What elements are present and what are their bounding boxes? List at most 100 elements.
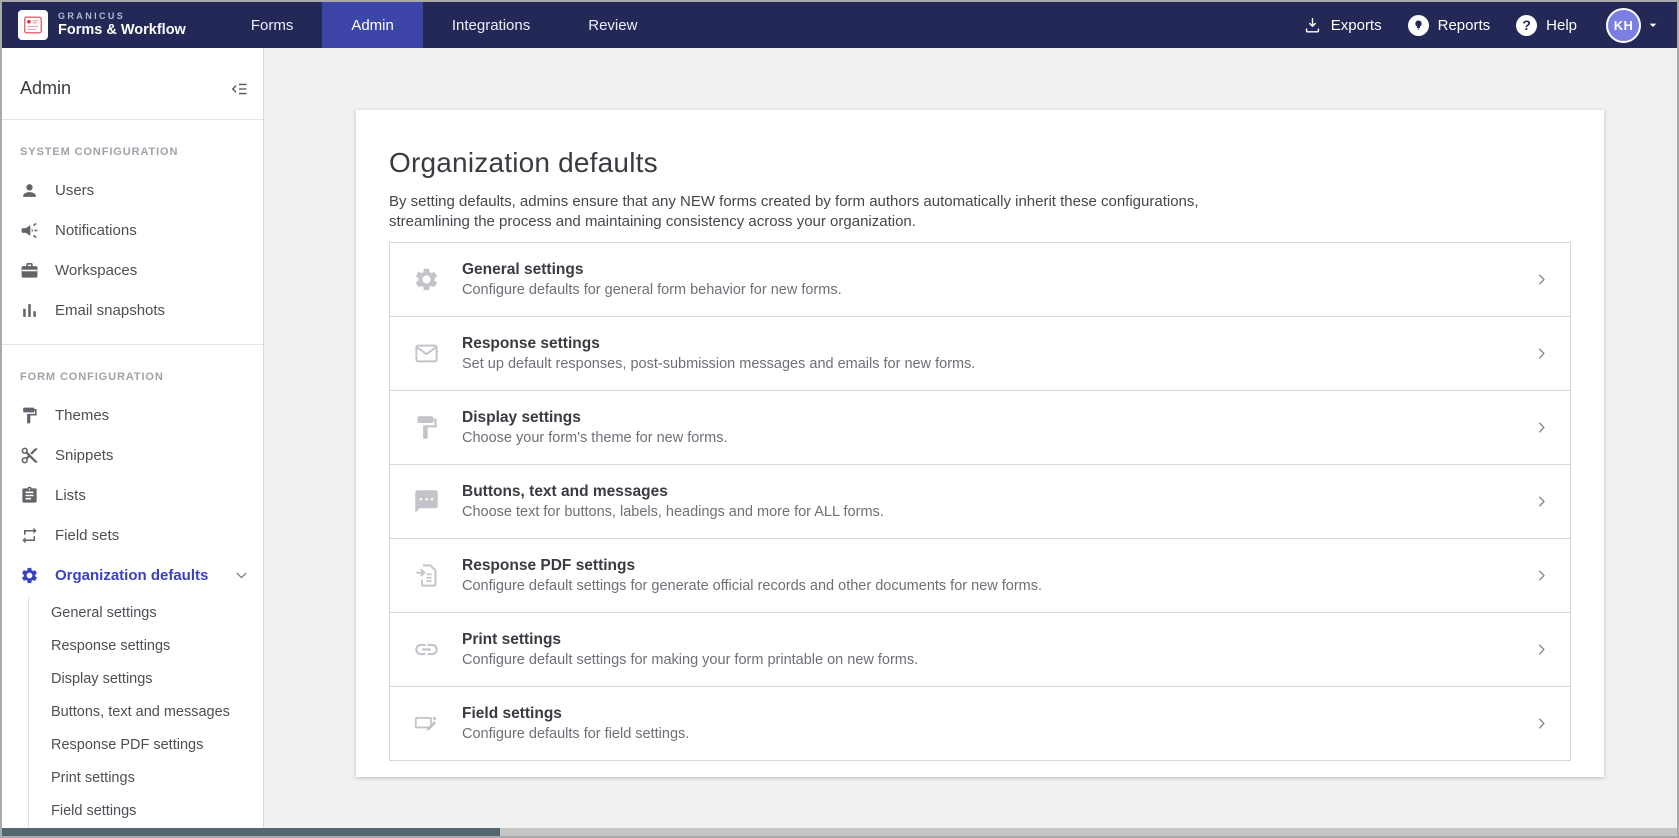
page-description-line: By setting defaults, admins ensure that …	[389, 193, 1199, 210]
sidebar-subitem-response-pdf-settings[interactable]: Response PDF settings	[29, 729, 263, 762]
sidebar-subitems: General settings Response settings Display…	[28, 597, 263, 828]
clipboard-icon	[20, 486, 39, 505]
chevron-right-icon	[1534, 272, 1549, 287]
sidebar-nav: SYSTEM CONFIGURATION Users Notifications Wo…	[2, 119, 263, 828]
sidebar-item-snippets[interactable]: Snippets	[2, 435, 263, 475]
topnav-item-review[interactable]: Review	[559, 2, 666, 48]
sidebar-item-organization-defaults[interactable]: Organization defaults	[2, 555, 263, 595]
chevron-right-icon	[1534, 420, 1549, 435]
sidebar-item-themes[interactable]: Themes	[2, 395, 263, 435]
setting-description: Choose your form's theme for new forms.	[462, 430, 728, 446]
user-icon	[20, 181, 39, 200]
chevron-right-icon	[1534, 716, 1549, 731]
setting-title: Buttons, text and messages	[462, 483, 668, 500]
sidebar-subitem-response-settings[interactable]: Response settings	[29, 630, 263, 663]
setting-description: Configure default settings for making yo…	[462, 652, 919, 668]
sidebar-subitem-print-settings[interactable]: Print settings	[29, 762, 263, 795]
topnav-item-forms[interactable]: Forms	[222, 2, 323, 48]
sidebar-item-label: Themes	[55, 406, 110, 424]
app-body: Admin SYSTEM CONFIGURATION Users Notificat…	[2, 48, 1677, 828]
topbar-action-help[interactable]: ? Help	[1503, 14, 1590, 36]
megaphone-icon	[20, 221, 39, 240]
sidebar-item-label: Users	[55, 181, 95, 199]
briefcase-icon	[20, 261, 39, 280]
sidebar: Admin SYSTEM CONFIGURATION Users Notificat…	[2, 48, 264, 828]
page-description: By setting defaults, admins ensure that …	[389, 192, 1571, 231]
topbar-action-reports[interactable]: Reports	[1395, 14, 1504, 36]
collapse-sidebar-icon[interactable]	[229, 79, 249, 99]
topbar-action-label: Help	[1546, 16, 1577, 34]
sidebar-item-label: Lists	[55, 486, 86, 504]
settings-row-display-settings[interactable]: Display settings Choose your form's theme…	[390, 391, 1570, 465]
brand-name: GRANICUS	[58, 11, 126, 22]
sidebar-item-users[interactable]: Users	[2, 170, 263, 210]
setting-title: Display settings	[462, 409, 581, 426]
sidebar-section: SYSTEM CONFIGURATION Users Notifications Wo…	[2, 120, 263, 344]
bar-chart-icon	[20, 301, 39, 320]
setting-title: Print settings	[462, 631, 562, 648]
topnav-item-integrations[interactable]: Integrations	[423, 2, 559, 48]
sidebar-item-email-snapshots[interactable]: Email snapshots	[2, 290, 263, 330]
page-title: Organization defaults	[389, 147, 658, 178]
setting-title: General settings	[462, 261, 584, 278]
topbar-actions: Exports Reports? Help	[1290, 14, 1590, 36]
avatar[interactable]: KH	[1606, 7, 1641, 43]
main-area: Organization defaults By setting default…	[264, 48, 1677, 828]
sidebar-section-label: SYSTEM CONFIGURATION	[20, 146, 179, 158]
setting-description: Choose text for buttons, labels, heading…	[462, 504, 884, 520]
topnav-item-admin[interactable]: Admin	[322, 2, 423, 48]
sidebar-item-workspaces[interactable]: Workspaces	[2, 250, 263, 290]
page-description-line: streamlining the process and maintaining…	[389, 212, 916, 230]
settings-row-response-settings[interactable]: Response settings Set up default response…	[390, 317, 1570, 391]
topbar-action-label: Exports	[1330, 16, 1382, 34]
sidebar-item-label: Organization defaults	[55, 566, 209, 584]
granicus-logo-icon	[18, 10, 48, 40]
help-icon: ?	[1516, 14, 1538, 36]
sidebar-subitem-general-settings[interactable]: General settings	[29, 597, 263, 630]
topnav: Forms Admin Integrations Review	[222, 2, 667, 48]
setting-description: Set up default responses, post-submissio…	[462, 356, 976, 372]
setting-title: Response settings	[462, 335, 600, 352]
settings-row-buttons-text-and-messages[interactable]: Buttons, text and messages Choose text fo…	[390, 465, 1570, 539]
paint-roller-icon	[390, 414, 462, 441]
settings-row-field-settings[interactable]: Field settings Configure defaults for fie…	[390, 687, 1570, 760]
sidebar-header: Admin	[2, 48, 263, 119]
caret-down-icon[interactable]	[1645, 17, 1661, 33]
setting-text: Response PDF settings Configure default s…	[462, 557, 1042, 594]
chat-icon	[390, 488, 462, 515]
mail-icon	[390, 340, 462, 367]
chevron-down-icon	[234, 568, 249, 583]
sidebar-item-field-sets[interactable]: Field sets	[2, 515, 263, 555]
sidebar-title: Admin	[20, 78, 72, 98]
chevron-right-icon	[1534, 494, 1549, 509]
sidebar-item-label: Email snapshots	[55, 301, 166, 319]
setting-text: Display settings Choose your form's theme…	[462, 409, 727, 446]
link-icon	[390, 636, 462, 663]
topbar-right: Exports Reports? Help KH	[1290, 2, 1677, 48]
field-edit-icon	[390, 710, 462, 737]
setting-text: Print settings Configure default settings…	[462, 631, 918, 668]
settings-row-response-pdf-settings[interactable]: Response PDF settings Configure default s…	[390, 539, 1570, 613]
sidebar-section-label: FORM CONFIGURATION	[20, 371, 164, 383]
sidebar-subitem-buttons-text-and-messages[interactable]: Buttons, text and messages	[29, 696, 263, 729]
sidebar-subitem-field-settings[interactable]: Field settings	[29, 795, 263, 828]
setting-text: Response settings Set up default response…	[462, 335, 975, 372]
topbar: GRANICUS Forms & Workflow Forms Admin Inte…	[2, 2, 1677, 48]
user-menu[interactable]: KH	[1606, 7, 1661, 43]
topbar-action-exports[interactable]: Exports	[1290, 15, 1395, 36]
download-icon	[1303, 16, 1322, 35]
settings-row-general-settings[interactable]: General settings Configure defaults for g…	[390, 243, 1570, 317]
brand: GRANICUS Forms & Workflow	[2, 2, 202, 48]
setting-text: General settings Configure defaults for g…	[462, 261, 842, 298]
setting-text: Field settings Configure defaults for fie…	[462, 705, 689, 742]
sidebar-item-lists[interactable]: Lists	[2, 475, 263, 515]
sidebar-item-notifications[interactable]: Notifications	[2, 210, 263, 250]
horizontal-scrollbar-track[interactable]	[2, 828, 1677, 836]
repeat-icon	[20, 526, 39, 545]
settings-row-print-settings[interactable]: Print settings Configure default settings…	[390, 613, 1570, 687]
setting-text: Buttons, text and messages Choose text fo…	[462, 483, 884, 520]
sidebar-subitem-display-settings[interactable]: Display settings	[29, 663, 263, 696]
chevron-right-icon	[1534, 642, 1549, 657]
setting-description: Configure defaults for field settings.	[462, 726, 690, 742]
horizontal-scrollbar-thumb[interactable]	[2, 828, 500, 836]
